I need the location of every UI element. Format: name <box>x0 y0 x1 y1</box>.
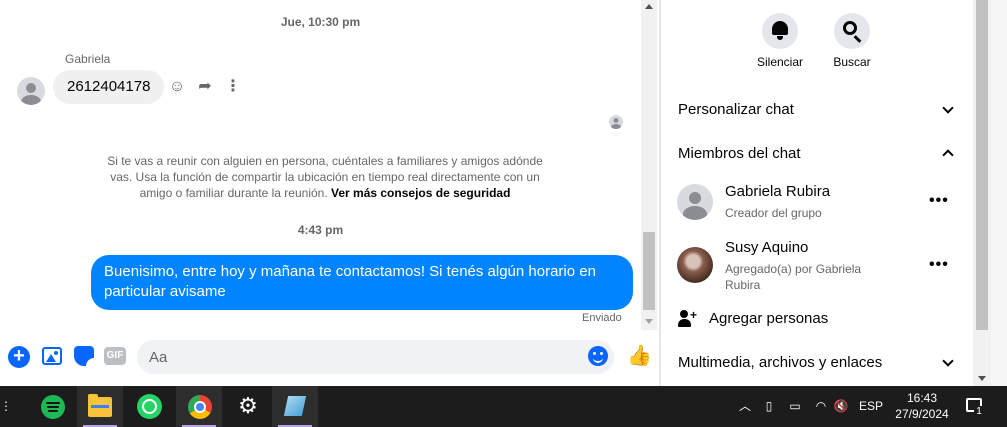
battery-icon[interactable]: ▭ <box>784 386 806 427</box>
member-name[interactable]: Gabriela Rubira <box>725 183 830 200</box>
seen-indicator-avatar <box>609 115 623 129</box>
received-message-bubble[interactable]: 2612404178 <box>53 70 165 104</box>
gif-icon[interactable]: GIF <box>104 347 126 365</box>
scroll-down-arrow-icon[interactable] <box>645 319 653 324</box>
show-hidden-icons-chevron-icon[interactable]: ︿ <box>736 386 754 427</box>
chevron-up-icon[interactable] <box>942 149 954 161</box>
media-files-links-section[interactable]: Multimedia, archivos y enlaces <box>678 354 882 371</box>
member-role: Creador del grupo <box>725 206 822 220</box>
safety-tips-link[interactable]: Ver más consejos de seguridad <box>331 186 510 200</box>
window-edge <box>991 0 1007 386</box>
taskbar-app-notes[interactable] <box>272 386 318 427</box>
customize-chat-section[interactable]: Personalizar chat <box>678 101 794 118</box>
more-options-icon[interactable]: ⋮ <box>224 78 242 96</box>
taskbar-app-settings[interactable]: ⚙ <box>224 386 270 427</box>
settings-icon: ⚙ <box>238 393 258 418</box>
mute-label: Silenciar <box>756 55 804 69</box>
file-explorer-icon <box>88 394 112 417</box>
chevron-down-icon[interactable] <box>942 355 954 367</box>
task-view-icon[interactable]: ⋮ <box>0 398 12 414</box>
message-input[interactable] <box>137 340 614 374</box>
taskbar-app-chrome[interactable] <box>176 386 222 427</box>
volume-muted-icon[interactable]: 🔇 <box>832 386 850 427</box>
clock[interactable]: 16:43 27/9/2024 <box>890 390 954 422</box>
mute-button[interactable] <box>762 13 798 49</box>
chat-members-section[interactable]: Miembros del chat <box>678 145 801 162</box>
whatsapp-icon <box>137 394 162 419</box>
bell-icon <box>772 21 788 40</box>
sender-avatar[interactable] <box>17 77 45 105</box>
spotify-icon <box>41 395 65 419</box>
sent-message-bubble[interactable]: Buenisimo, entre hoy y mañana te contact… <box>91 255 633 310</box>
wifi-icon[interactable]: ◠ <box>811 386 831 427</box>
taskbar-app-spotify[interactable] <box>29 386 75 427</box>
message-list[interactable]: Jue, 10:30 pm Gabriela 2612404178 ☺ ➦ ⋮ … <box>0 0 641 330</box>
add-person-icon[interactable]: + <box>678 309 698 329</box>
taskbar: ⋮ ⚙ ︿ ▯ ▭ ◠ 🔇 ESP 16:43 27/9/2024 1 <box>0 386 1007 427</box>
add-people-button[interactable]: Agregar personas <box>709 310 828 327</box>
clock-date: 27/9/2024 <box>895 407 949 421</box>
attach-image-icon[interactable] <box>42 347 62 365</box>
chat-info-panel: Silenciar Buscar Personalizar chat Miemb… <box>661 0 973 386</box>
scroll-up-arrow-icon[interactable] <box>645 4 653 9</box>
language-indicator[interactable]: ESP <box>856 386 886 427</box>
member-name[interactable]: Susy Aquino <box>725 239 808 256</box>
chevron-down-icon[interactable] <box>942 102 954 114</box>
chat-scrollbar[interactable] <box>641 0 657 330</box>
member-role: Agregado(a) por Gabriela Rubira <box>725 262 862 292</box>
scroll-down-arrow-icon[interactable] <box>978 376 986 381</box>
scrollbar-thumb[interactable] <box>643 232 655 310</box>
thumbs-up-icon[interactable]: 👍 <box>627 345 652 367</box>
member-avatar[interactable] <box>677 247 713 283</box>
safety-notice: Si te vas a reunir con alguien en person… <box>95 153 555 201</box>
clock-time: 16:43 <box>906 391 938 405</box>
timestamp: Jue, 10:30 pm <box>280 15 361 29</box>
notes-icon <box>283 396 307 416</box>
taskbar-app-file-explorer[interactable] <box>77 386 123 427</box>
scrollbar-thumb[interactable] <box>976 0 988 330</box>
search-icon <box>843 21 857 35</box>
taskbar-app-whatsapp[interactable] <box>126 386 172 427</box>
panel-scrollbar[interactable] <box>973 0 991 386</box>
search-button[interactable] <box>834 13 870 49</box>
sender-name: Gabriela <box>65 52 111 66</box>
chat-area: Jue, 10:30 pm Gabriela 2612404178 ☺ ➦ ⋮ … <box>0 0 657 386</box>
member-avatar[interactable] <box>677 184 713 220</box>
emoji-icon[interactable] <box>588 346 608 366</box>
device-icon[interactable]: ▯ <box>760 386 778 427</box>
notification-count: 1 <box>974 406 984 418</box>
message-status: Enviado <box>582 312 622 324</box>
member-more-options-icon[interactable]: ••• <box>929 257 949 273</box>
sticker-icon[interactable] <box>74 346 94 366</box>
plus-icon[interactable]: + <box>8 346 30 368</box>
chrome-icon <box>188 395 212 419</box>
search-label: Buscar <box>833 55 871 69</box>
reply-icon[interactable]: ➦ <box>196 78 214 96</box>
member-more-options-icon[interactable]: ••• <box>929 193 949 209</box>
react-icon[interactable]: ☺ <box>168 78 186 96</box>
timestamp: 4:43 pm <box>297 223 344 237</box>
